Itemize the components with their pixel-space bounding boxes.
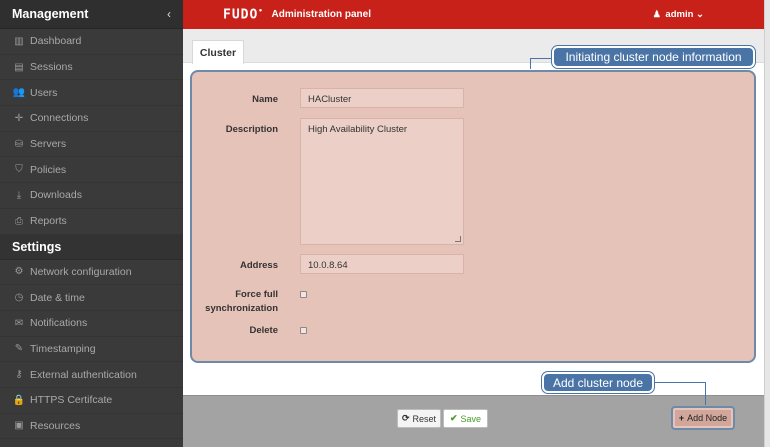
sidebar: Management ‹ ▥ Dashboard ▤ Sessions 👥 Us… [0,0,183,447]
sidebar-item-label: Notifications [30,317,88,330]
sidebar-item-resources[interactable]: ▣ Resources [0,414,183,440]
reset-button[interactable]: ⟳ Reset [397,409,441,428]
sidebar-item-label: Connections [30,112,89,125]
sidebar-item-label: Servers [30,138,67,151]
download-icon: ⤓ [16,189,22,201]
lock-icon: 🔒 [12,394,26,406]
sidebar-header: Management ‹ [0,0,183,29]
user-name: admin [665,9,694,20]
delete-checkbox[interactable] [300,327,307,334]
callout-connector [530,58,552,59]
sidebar-item-label: Timestamping [30,342,96,355]
tab-cluster[interactable]: Cluster [192,40,244,64]
callout-initiating-node-info: Initiating cluster node information [552,46,755,68]
name-field[interactable]: HACluster [300,88,464,108]
sidebar-item-label: External authentication [30,368,137,381]
dashboard-icon: ▥ [14,35,24,47]
sidebar-title: Management [12,7,89,21]
sidebar-item-policies[interactable]: ⛉ Policies [0,157,183,184]
callout-connector [654,382,705,383]
resize-handle-icon[interactable] [455,236,461,242]
reports-icon: ⎙ [15,215,23,227]
sidebar-item-label: Dashboard [30,35,82,48]
address-label: Address [239,260,278,271]
sidebar-item-notifications[interactable]: ✉ Notifications [0,311,183,337]
gear-icon: ⚙ [14,266,24,278]
sidebar-item-label: HTTPS Certifcate [30,394,113,407]
chevron-down-icon: ⌄ [696,9,704,20]
description-label: Description [225,124,278,135]
callout-connector [705,382,706,405]
servers-icon: ⛁ [14,138,24,150]
collapse-sidebar-icon[interactable]: ‹ [167,7,171,21]
sidebar-item-label: Date & time [30,291,85,304]
sidebar-item-label: Resources [30,419,81,432]
sidebar-item-external-authentication[interactable]: ⚷ External authentication [0,362,183,388]
sidebar-item-users[interactable]: 👥 Users [0,80,183,107]
sidebar-item-reports[interactable]: ⎙ Reports [0,209,183,235]
sidebar-item-dashboard[interactable]: ▥ Dashboard [0,29,183,55]
name-label: Name [252,94,278,105]
description-text: High Availability Cluster [308,124,408,135]
user-menu[interactable]: ♟ admin ⌄ [653,9,704,20]
edit-icon: ✎ [14,343,24,355]
sidebar-item-label: Downloads [30,189,82,202]
force-sync-checkbox[interactable] [300,291,307,298]
sidebar-item-sessions[interactable]: ▤ Sessions [0,55,183,81]
cluster-form: Name HACluster Description High Availabi… [190,70,756,363]
user-icon: ♟ [652,9,661,19]
sidebar-item-label: Policies [30,163,67,176]
sidebar-item-label: Sessions [30,61,73,74]
check-icon: ✔ [449,413,458,423]
sidebar-item-connections[interactable]: ✛ Connections [0,106,183,132]
sessions-icon: ▤ [14,61,24,73]
sidebar-item-label: Users [30,86,58,99]
sidebar-item-timestamping[interactable]: ✎ Timestamping [0,337,183,363]
sidebar-item-downloads[interactable]: ⤓ Downloads [0,183,183,209]
image-icon: ▣ [14,420,24,432]
delete-label: Delete [249,325,278,336]
plus-icon: + [678,413,685,423]
refresh-icon: ⟳ [401,413,410,423]
panel-title: Administration panel [271,9,371,20]
policies-icon: ⛉ [15,164,23,176]
fudo-logo[interactable]: FUDO• [223,7,264,22]
clock-icon: ◷ [14,292,24,304]
address-field[interactable]: 10.0.8.64 [300,254,464,274]
settings-section-title: Settings [0,234,183,260]
sidebar-item-date-time[interactable]: ◷ Date & time [0,285,183,311]
key-icon: ⚷ [15,369,23,381]
callout-add-cluster-node: Add cluster node [542,372,654,393]
top-bar: FUDO• Administration panel ♟ admin ⌄ [183,0,764,29]
envelope-icon: ✉ [14,317,24,329]
connections-icon: ✛ [14,112,24,124]
sidebar-item-https-certificate[interactable]: 🔒 HTTPS Certifcate [0,388,183,414]
sidebar-item-label: Reports [30,215,67,228]
scrollbar-track[interactable] [764,0,770,447]
sidebar-item-network-configuration[interactable]: ⚙ Network configuration [0,260,183,286]
users-icon: 👥 [12,87,26,99]
callout-connector [530,58,531,69]
force-sync-label: Force full synchronization [205,289,278,314]
description-textarea[interactable]: High Availability Cluster [300,118,464,245]
action-bar: ⟳ Reset ✔ Save + Add Node [183,395,764,447]
save-button[interactable]: ✔ Save [443,409,488,428]
sidebar-item-label: Network configuration [30,265,132,278]
add-node-button[interactable]: + Add Node [671,406,735,430]
sidebar-item-servers[interactable]: ⛁ Servers [0,132,183,158]
